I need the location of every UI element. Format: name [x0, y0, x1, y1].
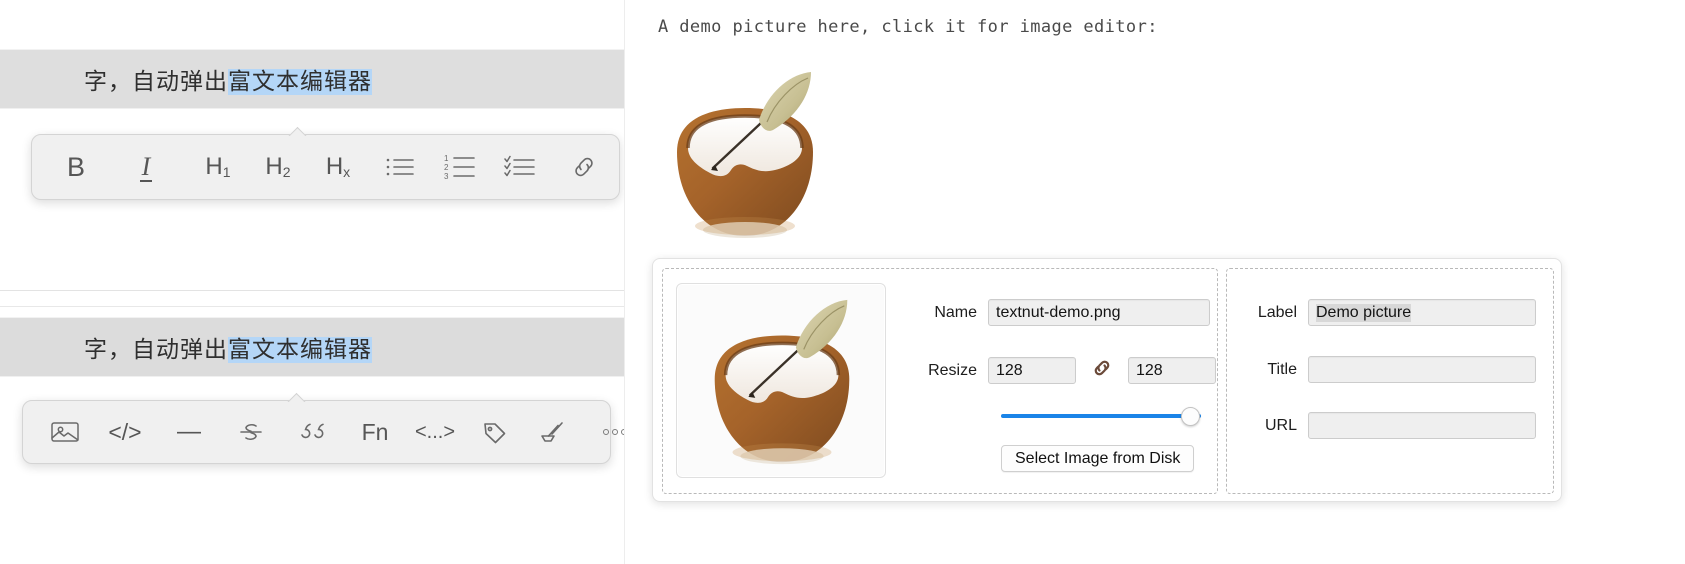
- strikethrough-icon: [239, 419, 263, 445]
- bullet-list-button[interactable]: [378, 145, 422, 189]
- quote-icon: [298, 421, 328, 443]
- pane-divider-secondary: [0, 306, 625, 307]
- toolbar-arrow-icon: [286, 392, 306, 402]
- italic-button[interactable]: I: [124, 145, 168, 189]
- label-input-value: Demo picture: [1316, 303, 1412, 322]
- slider-knob[interactable]: [1181, 407, 1200, 426]
- bold-icon: B: [66, 151, 85, 182]
- checklist-button[interactable]: [498, 145, 542, 189]
- demo-caption: A demo picture here, click it for image …: [658, 17, 1158, 37]
- heading-1-icon: H1: [205, 153, 231, 180]
- checklist-icon: [504, 155, 536, 179]
- editor-text-line-1[interactable]: 字，自动弹出富文本编辑器: [0, 50, 625, 108]
- select-image-button-label: Select Image from Disk: [1015, 449, 1181, 467]
- resize-label: Resize: [928, 361, 977, 379]
- heading-1-sub: 1: [222, 164, 231, 180]
- heading-x-icon: Hx: [325, 153, 351, 180]
- title-input[interactable]: [1308, 356, 1536, 383]
- insert-image-button[interactable]: [43, 410, 87, 454]
- title-row: Title: [1249, 356, 1536, 383]
- chain-link-icon: [1090, 358, 1114, 383]
- resize-width-value: 128: [996, 361, 1023, 379]
- horizontal-rule-icon: —: [177, 418, 201, 445]
- editor-line-1-text: 字，自动弹出富文本编辑器: [84, 62, 372, 96]
- name-row: Name textnut-demo.png: [915, 299, 1210, 326]
- resize-row: Resize 128 128: [915, 357, 1216, 384]
- code-block-icon: </>: [108, 418, 142, 445]
- insert-image-icon: [51, 420, 79, 444]
- link-button[interactable]: [562, 145, 606, 189]
- formula-button[interactable]: Fn: [353, 410, 397, 454]
- image-thumbnail-preview[interactable]: [676, 283, 886, 478]
- pane-divider: [0, 290, 625, 291]
- title-label: Title: [1267, 360, 1297, 378]
- url-input[interactable]: [1308, 412, 1536, 439]
- resize-width-input[interactable]: 128: [988, 357, 1076, 384]
- bullet-list-icon: [385, 155, 415, 179]
- select-image-from-disk-button[interactable]: Select Image from Disk: [1001, 445, 1195, 472]
- heading-1-button[interactable]: H1: [196, 145, 240, 189]
- inline-code-icon: <...>: [414, 421, 456, 443]
- horizontal-rule-button[interactable]: —: [167, 410, 211, 454]
- editor-text-line-2[interactable]: 字，自动弹出富文本编辑器: [0, 318, 625, 376]
- numbered-list-button[interactable]: 1 2 3: [438, 145, 482, 189]
- code-block-button[interactable]: </>: [103, 410, 147, 454]
- label-label: Label: [1257, 303, 1297, 321]
- tag-button[interactable]: [473, 410, 517, 454]
- coconut-with-quill-icon: [677, 72, 813, 238]
- editor-line-1-selection: 富文本编辑器: [228, 69, 372, 95]
- resize-height-input[interactable]: 128: [1128, 357, 1216, 384]
- numbered-list-icon: 1 2 3: [444, 154, 476, 180]
- quote-button[interactable]: [291, 410, 335, 454]
- tag-icon: [482, 420, 508, 444]
- name-input-value: textnut-demo.png: [996, 303, 1121, 321]
- coconut-with-quill-icon: [714, 299, 850, 465]
- svg-text:2: 2: [444, 163, 449, 172]
- heading-x-sub: x: [343, 164, 351, 180]
- name-label: Name: [934, 303, 977, 321]
- image-editor-panel: Name textnut-demo.png Resize 128 128 Sel…: [652, 258, 1562, 502]
- heading-2-sub: 2: [282, 164, 291, 180]
- format-toolbar-primary[interactable]: B I H1 H2 Hx 1 2 3: [31, 134, 662, 200]
- heading-2-icon: H2: [265, 153, 291, 180]
- heading-2-button[interactable]: H2: [256, 145, 300, 189]
- editor-line-1-prefix: 字，自动弹出: [84, 69, 228, 95]
- svg-text:3: 3: [444, 172, 449, 180]
- heading-x-button[interactable]: Hx: [316, 145, 360, 189]
- clear-format-icon: [540, 420, 566, 444]
- label-input[interactable]: Demo picture: [1308, 299, 1536, 326]
- name-input[interactable]: textnut-demo.png: [988, 299, 1210, 326]
- format-toolbar-secondary[interactable]: </> — Fn <...>: [22, 400, 627, 464]
- editor-line-2-selection: 富文本编辑器: [228, 337, 372, 363]
- url-label: URL: [1264, 416, 1297, 434]
- clear-format-button[interactable]: [531, 410, 575, 454]
- editor-line-2-text: 字，自动弹出富文本编辑器: [84, 330, 372, 364]
- resize-slider[interactable]: [1001, 407, 1211, 426]
- right-preview-pane: A demo picture here, click it for image …: [625, 0, 1685, 564]
- inline-code-button[interactable]: <...>: [413, 410, 457, 454]
- italic-icon: I: [139, 152, 152, 182]
- resize-height-value: 128: [1136, 361, 1163, 379]
- strikethrough-button[interactable]: [229, 410, 273, 454]
- aspect-ratio-lock-button[interactable]: [1087, 358, 1117, 383]
- bold-button[interactable]: B: [54, 145, 98, 189]
- editor-line-2-prefix: 字，自动弹出: [84, 337, 228, 363]
- left-editor-pane: 字，自动弹出富文本编辑器 B I H1 H2 Hx 1 2 3 字，自动弹出富文…: [0, 0, 662, 564]
- toolbar-arrow-icon: [287, 126, 307, 136]
- label-row: Label Demo picture: [1249, 299, 1536, 326]
- url-row: URL: [1249, 412, 1536, 439]
- svg-text:1: 1: [444, 154, 449, 163]
- slider-track: [1001, 414, 1201, 418]
- formula-icon: Fn: [361, 418, 389, 445]
- demo-picture[interactable]: [655, 60, 835, 250]
- link-icon: [571, 155, 597, 179]
